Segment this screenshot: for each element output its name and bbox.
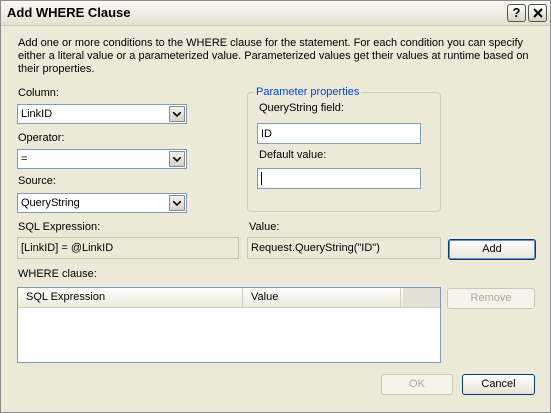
querystring-field-input[interactable]: ID xyxy=(257,123,421,144)
operator-dropdown[interactable]: = xyxy=(17,149,187,169)
column-header-filler xyxy=(403,288,440,307)
description-text: Add one or more conditions to the WHERE … xyxy=(18,37,529,75)
operator-dropdown-button[interactable] xyxy=(169,151,185,167)
value-label: Value: xyxy=(249,221,280,233)
source-dropdown-button[interactable] xyxy=(169,195,185,211)
cancel-button[interactable]: Cancel xyxy=(462,374,535,395)
operator-label: Operator: xyxy=(18,132,65,144)
operator-value: = xyxy=(21,153,28,165)
text-caret xyxy=(261,172,262,185)
ok-button[interactable]: OK xyxy=(381,374,453,395)
window-title: Add WHERE Clause xyxy=(7,5,131,20)
help-icon: ? xyxy=(512,5,521,20)
close-button[interactable] xyxy=(528,4,547,22)
help-button[interactable]: ? xyxy=(507,4,526,22)
title-bar: Add WHERE Clause ? xyxy=(1,1,550,26)
parameter-properties-title: Parameter properties xyxy=(254,86,362,98)
value-value: Request.QueryString("ID") xyxy=(251,242,380,254)
column-dropdown[interactable]: LinkID xyxy=(17,104,187,124)
source-dropdown[interactable]: QueryString xyxy=(17,193,187,213)
where-clause-label: WHERE clause: xyxy=(18,268,97,280)
default-value-label: Default value: xyxy=(259,149,327,161)
column-label: Column: xyxy=(18,87,59,99)
column-header-sql-expression[interactable]: SQL Expression xyxy=(18,288,243,307)
source-label: Source: xyxy=(18,175,56,187)
remove-button[interactable]: Remove xyxy=(447,288,535,309)
column-header-value[interactable]: Value xyxy=(243,288,401,307)
where-clause-header: SQL Expression Value xyxy=(18,288,440,308)
source-value: QueryString xyxy=(21,197,80,209)
column-dropdown-button[interactable] xyxy=(169,106,185,122)
sql-expression-label: SQL Expression: xyxy=(18,221,101,233)
querystring-field-value: ID xyxy=(261,128,272,140)
column-value: LinkID xyxy=(21,108,53,120)
value-display: Request.QueryString("ID") xyxy=(247,237,441,259)
chevron-down-icon xyxy=(173,201,181,206)
default-value-input[interactable] xyxy=(257,168,421,189)
add-where-clause-dialog: Add WHERE Clause ? Add one or more condi… xyxy=(0,0,551,413)
chevron-down-icon xyxy=(173,112,181,117)
sql-expression-value: [LinkID] = @LinkID xyxy=(21,242,114,254)
querystring-field-label: QueryString field: xyxy=(259,102,344,114)
close-icon xyxy=(532,8,543,18)
chevron-down-icon xyxy=(173,157,181,162)
where-clause-list[interactable]: SQL Expression Value xyxy=(17,287,441,363)
sql-expression-display: [LinkID] = @LinkID xyxy=(17,237,239,259)
add-button[interactable]: Add xyxy=(448,239,536,260)
